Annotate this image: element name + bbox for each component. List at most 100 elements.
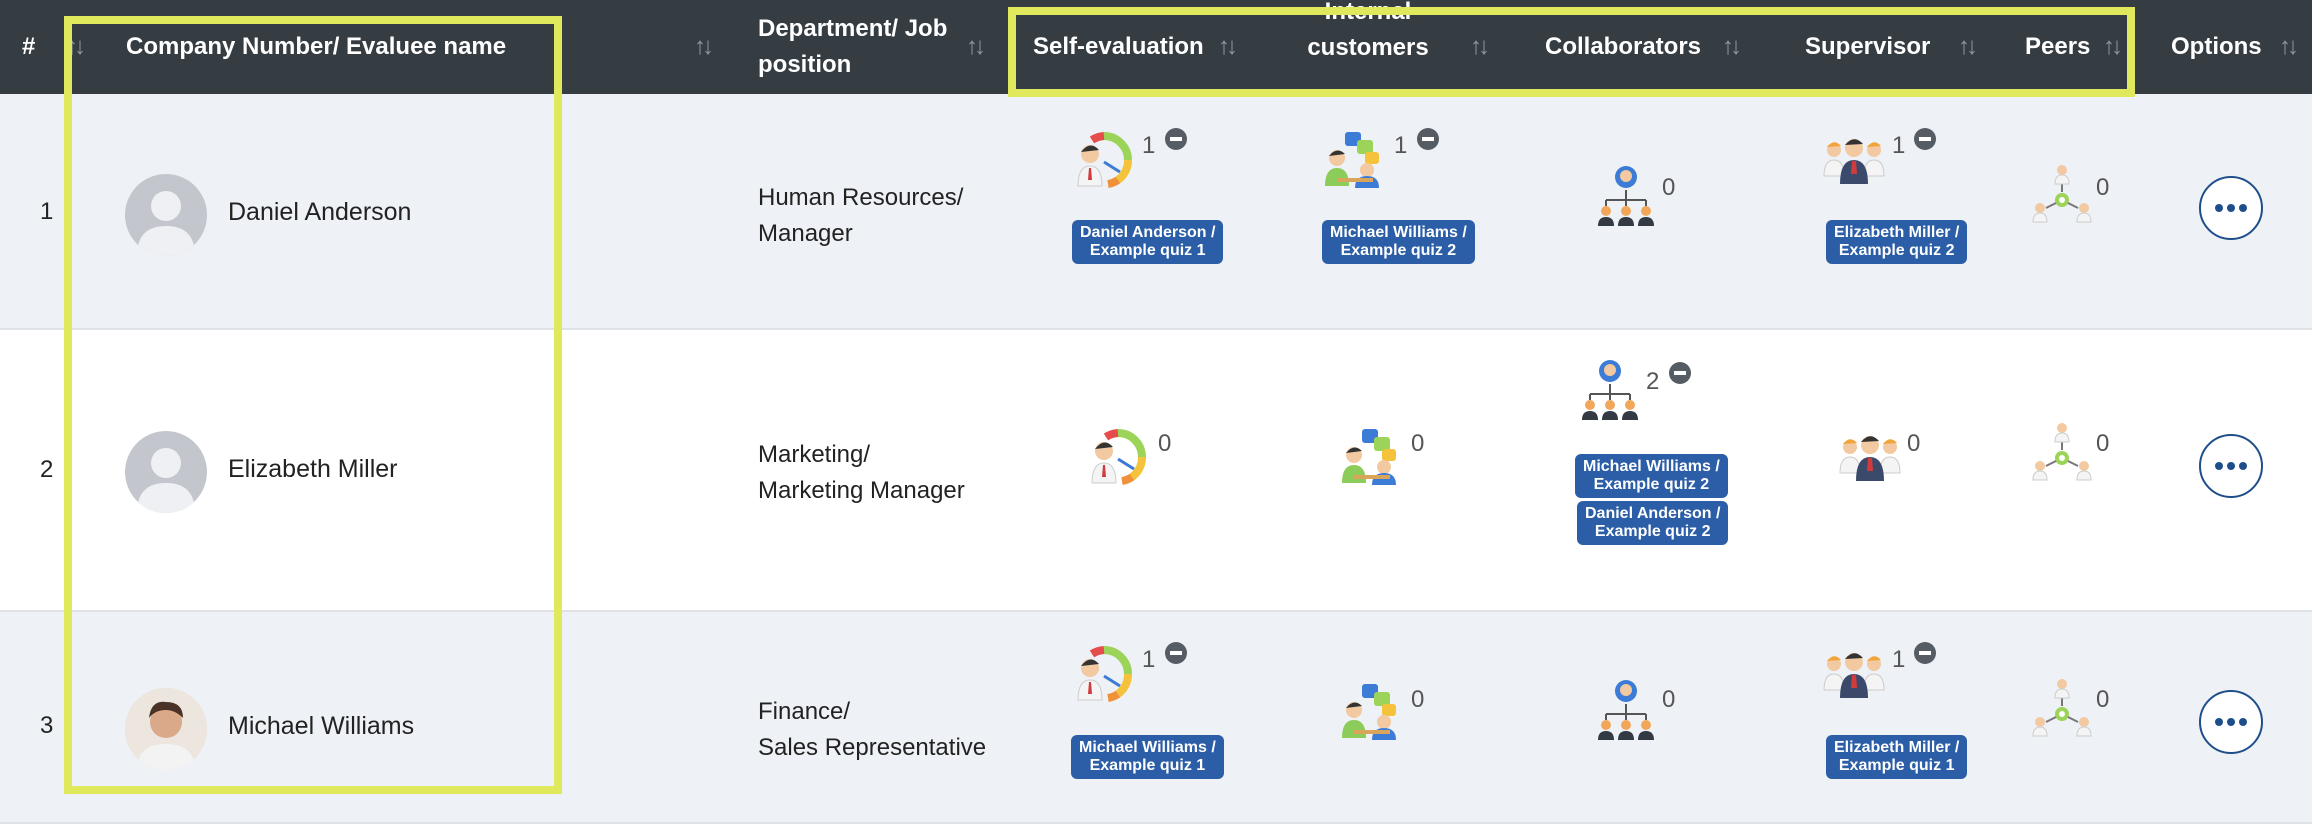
department: Marketing/ xyxy=(758,441,871,468)
department-position: Finance/ Sales Representative xyxy=(758,694,986,766)
evaluee-name[interactable]: Michael Williams xyxy=(228,712,414,741)
sort-options-icon[interactable]: ↑↓ xyxy=(2279,0,2299,94)
internal-customers-icon[interactable] xyxy=(1340,680,1404,744)
self-evaluation-icon[interactable] xyxy=(1072,642,1136,706)
job-position: Manager xyxy=(758,220,853,247)
supervisor-count: 1 xyxy=(1892,132,1906,159)
sort-peers-icon[interactable]: ↑↓ xyxy=(2103,0,2123,94)
remove-icon[interactable] xyxy=(1669,362,1691,384)
header-department: Department/ Job position xyxy=(758,0,947,94)
badge-quiz: Example quiz 2 xyxy=(1340,242,1457,259)
badge-evaluator: Michael Williams / xyxy=(1583,458,1720,475)
header-internal-customers: Internal customers xyxy=(1307,0,1429,94)
supervisor-icon[interactable] xyxy=(1822,642,1886,706)
internal-customers-count: 1 xyxy=(1394,132,1408,159)
header-number: # xyxy=(22,33,36,60)
table-row: 2 Elizabeth Miller Marketing/ Marketing … xyxy=(0,330,2312,612)
department-position: Marketing/ Marketing Manager xyxy=(758,437,965,509)
internal-customers-count: 0 xyxy=(1411,430,1425,457)
peers-icon[interactable] xyxy=(2030,422,2094,486)
internal-customers-icon[interactable] xyxy=(1340,425,1404,489)
evaluator-badge[interactable]: Michael Williams / Example quiz 2 xyxy=(1322,220,1475,264)
peers-count: 0 xyxy=(2096,430,2110,457)
table-row: 1 Daniel Anderson Human Resources/ Manag… xyxy=(0,94,2312,330)
remove-icon[interactable] xyxy=(1914,128,1936,150)
self-evaluation-count: 1 xyxy=(1142,132,1156,159)
department: Finance/ xyxy=(758,698,851,725)
header-internal-line2: customers xyxy=(1307,34,1429,61)
badge-quiz: Example quiz 1 xyxy=(1089,242,1206,259)
evaluee-name[interactable]: Daniel Anderson xyxy=(228,198,411,227)
job-position: Marketing Manager xyxy=(758,477,965,504)
evaluator-badge[interactable]: Michael Williams / Example quiz 2 xyxy=(1575,454,1728,498)
peers-count: 0 xyxy=(2096,686,2110,713)
header-department-line2: position xyxy=(758,51,852,78)
table-row: 3 Michael Williams Finance/ Sales Repres… xyxy=(0,612,2312,824)
header-collaborators: Collaborators xyxy=(1545,33,1702,60)
header-self-evaluation: Self-evaluation xyxy=(1033,33,1204,60)
avatar xyxy=(125,431,207,513)
header-department-line1: Department/ Job xyxy=(758,15,948,42)
supervisor-count: 0 xyxy=(1907,430,1921,457)
sort-supervisor-icon[interactable]: ↑↓ xyxy=(1958,0,1978,94)
remove-icon[interactable] xyxy=(1165,128,1187,150)
evaluator-badge[interactable]: Daniel Anderson / Example quiz 2 xyxy=(1577,501,1729,545)
supervisor-count: 1 xyxy=(1892,646,1906,673)
sort-collaborators-icon[interactable]: ↑↓ xyxy=(1722,0,1742,94)
row-number: 2 xyxy=(40,456,54,483)
table-header: # ↑↓ Company Number/ Evaluee name ↑↓ Dep… xyxy=(0,0,2312,94)
badge-evaluator: Elizabeth Miller / xyxy=(1834,739,1960,756)
remove-icon[interactable] xyxy=(1165,642,1187,664)
badge-quiz: Example quiz 2 xyxy=(1593,476,1710,493)
sort-self-evaluation-icon[interactable]: ↑↓ xyxy=(1218,0,1238,94)
supervisor-icon[interactable] xyxy=(1822,128,1886,192)
badge-quiz: Example quiz 2 xyxy=(1594,523,1711,540)
supervisor-icon[interactable] xyxy=(1838,425,1902,489)
peers-count: 0 xyxy=(2096,174,2110,201)
row-number: 1 xyxy=(40,198,54,225)
header-supervisor: Supervisor xyxy=(1805,33,1931,60)
peers-icon[interactable] xyxy=(2030,164,2094,228)
self-evaluation-icon[interactable] xyxy=(1086,425,1150,489)
options-button[interactable] xyxy=(2199,434,2263,498)
sort-number-icon[interactable]: ↑↓ xyxy=(66,0,86,94)
collaborators-count: 0 xyxy=(1662,174,1676,201)
evaluee-name[interactable]: Elizabeth Miller xyxy=(228,455,398,484)
self-evaluation-count: 0 xyxy=(1158,430,1172,457)
evaluator-badge[interactable]: Daniel Anderson / Example quiz 1 xyxy=(1072,220,1224,264)
self-evaluation-count: 1 xyxy=(1142,646,1156,673)
evaluator-badge[interactable]: Elizabeth Miller / Example quiz 2 xyxy=(1826,220,1968,264)
badge-quiz: Example quiz 1 xyxy=(1089,757,1206,774)
evaluator-badge[interactable]: Michael Williams / Example quiz 1 xyxy=(1071,735,1224,779)
department: Human Resources/ xyxy=(758,184,964,211)
remove-icon[interactable] xyxy=(1417,128,1439,150)
badge-evaluator: Michael Williams / xyxy=(1079,739,1216,756)
sort-evaluee-icon[interactable]: ↑↓ xyxy=(694,0,714,94)
header-evaluee: Company Number/ Evaluee name xyxy=(126,33,507,60)
options-button[interactable] xyxy=(2199,176,2263,240)
options-button[interactable] xyxy=(2199,690,2263,754)
avatar xyxy=(125,688,207,770)
header-internal-line1: Internal xyxy=(1324,0,1412,25)
header-peers: Peers xyxy=(2025,33,2091,60)
internal-customers-icon[interactable] xyxy=(1323,128,1387,192)
collaborators-count: 2 xyxy=(1646,368,1660,395)
evaluator-badge[interactable]: Elizabeth Miller / Example quiz 1 xyxy=(1826,735,1968,779)
badge-quiz: Example quiz 2 xyxy=(1838,242,1955,259)
sort-department-icon[interactable]: ↑↓ xyxy=(966,0,986,94)
sort-internal-customers-icon[interactable]: ↑↓ xyxy=(1470,0,1490,94)
peers-icon[interactable] xyxy=(2030,678,2094,742)
job-position: Sales Representative xyxy=(758,734,987,761)
collaborators-count: 0 xyxy=(1662,686,1676,713)
badge-evaluator: Daniel Anderson / xyxy=(1585,505,1721,522)
badge-evaluator: Michael Williams / xyxy=(1330,224,1467,241)
internal-customers-count: 0 xyxy=(1411,686,1425,713)
collaborators-icon[interactable] xyxy=(1594,678,1658,742)
badge-evaluator: Elizabeth Miller / xyxy=(1834,224,1960,241)
department-position: Human Resources/ Manager xyxy=(758,180,963,252)
remove-icon[interactable] xyxy=(1914,642,1936,664)
collaborators-icon[interactable] xyxy=(1594,164,1658,228)
collaborators-icon[interactable] xyxy=(1578,358,1642,422)
self-evaluation-icon[interactable] xyxy=(1072,128,1136,192)
badge-quiz: Example quiz 1 xyxy=(1838,757,1955,774)
